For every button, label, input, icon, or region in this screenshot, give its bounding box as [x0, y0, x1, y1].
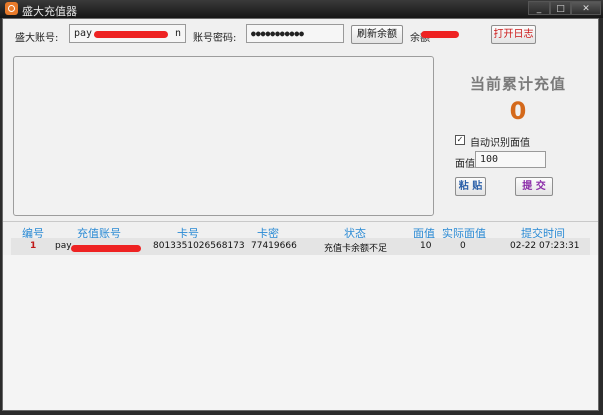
window-title: 盛大充值器 — [22, 5, 77, 18]
row-status: 充值卡余额不足 — [324, 244, 388, 254]
account-value-end: n — [174, 28, 181, 39]
title-bar: 盛大充值器 _ □ ✕ — [0, 0, 603, 18]
row-account: pay — [55, 241, 72, 251]
total-recharge-value: 0 — [509, 97, 527, 125]
row-card-password: 77419666 — [251, 241, 297, 251]
log-textarea[interactable] — [13, 56, 434, 216]
row-actual-value: 0 — [460, 241, 466, 251]
password-input[interactable]: ●●●●●●●●●●● — [246, 24, 344, 43]
account-input[interactable]: pay. n — [69, 24, 186, 43]
maximize-button[interactable]: □ — [550, 1, 571, 15]
open-log-button[interactable]: 打开日志 — [491, 25, 536, 44]
table-body — [3, 255, 598, 410]
main-window-body: 盛大账号: pay. n 账号密码: ●●●●●●●●●●● 刷新余额 余额 打… — [2, 18, 599, 411]
password-label: 账号密码: — [193, 33, 237, 44]
total-recharge-label: 当前累计充值 — [469, 75, 566, 93]
row-account-redaction — [71, 245, 141, 252]
refresh-balance-button[interactable]: 刷新余额 — [351, 25, 403, 44]
app-logo-icon — [5, 2, 18, 15]
auto-detect-checkbox[interactable]: ✓ — [455, 135, 465, 145]
submit-button[interactable]: 提 交 — [515, 177, 553, 196]
minimize-button[interactable]: _ — [528, 1, 550, 15]
account-label: 盛大账号: — [15, 33, 59, 44]
auto-detect-label: 自动识别面值 — [470, 138, 530, 149]
close-button[interactable]: ✕ — [571, 1, 601, 15]
row-card-number: 8013351026568173 — [153, 241, 245, 251]
row-submit-time: 02-22 07:23:31 — [510, 241, 580, 251]
face-value-input[interactable]: 100 — [475, 151, 546, 168]
row-index: 1 — [30, 241, 37, 251]
face-value-label: 面值 — [455, 159, 475, 170]
table-row[interactable]: 1 pay 8013351026568173 77419666 充值卡余额不足 … — [11, 238, 590, 255]
paste-button[interactable]: 粘 贴 — [455, 177, 486, 196]
row-face-value: 10 — [420, 241, 432, 251]
balance-redaction — [421, 31, 459, 38]
account-redaction — [94, 31, 168, 38]
